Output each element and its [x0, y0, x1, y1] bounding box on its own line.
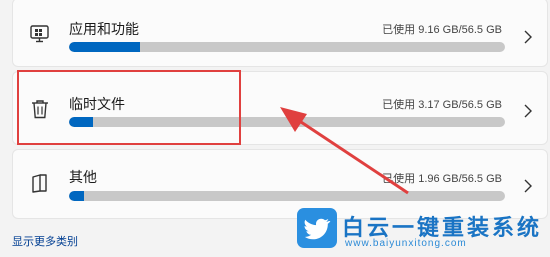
- watermark-url: www.baiyunxitong.com: [345, 238, 467, 249]
- twitter-bird-logo-icon: [297, 208, 337, 248]
